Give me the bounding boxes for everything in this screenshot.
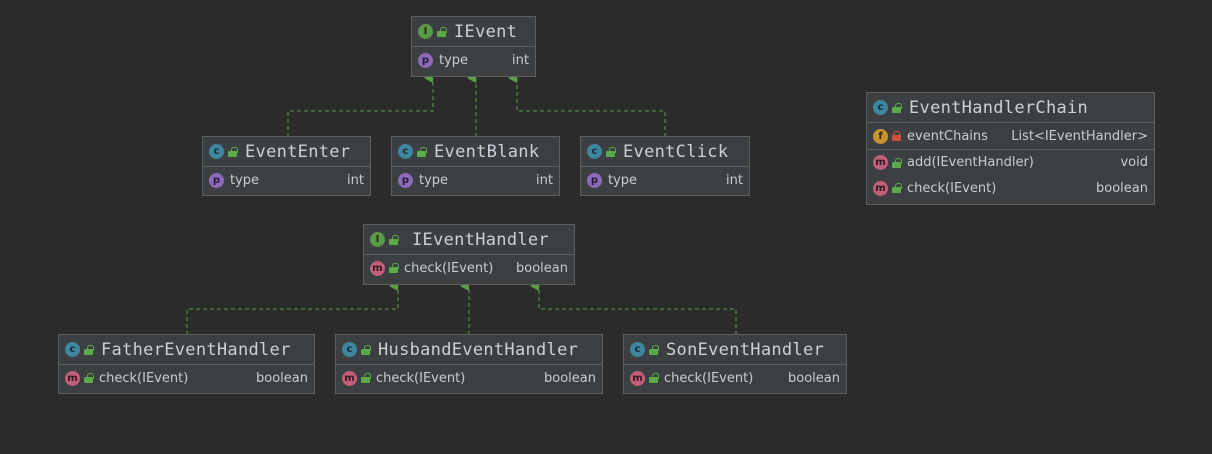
field-name: type: [608, 172, 638, 188]
method-badge-icon: m: [370, 260, 385, 276]
method-name: check(IEvent): [664, 370, 754, 386]
open-lock-icon: [649, 373, 659, 383]
eventblank-node[interactable]: c EventBlank p type int: [391, 136, 560, 196]
method-return-type: boolean: [544, 370, 596, 386]
fathereventhandler-node[interactable]: c FatherEventHandler m check(IEvent) boo…: [58, 334, 315, 394]
field-name: eventChains: [907, 128, 988, 144]
open-lock-icon: [417, 146, 427, 157]
open-lock-icon: [606, 146, 616, 157]
node-title: IEvent: [454, 21, 518, 42]
method-badge-icon: m: [342, 370, 357, 386]
node-title: EventHandlerChain: [909, 97, 1089, 118]
field-name: type: [419, 172, 449, 188]
method-name: check(IEvent): [907, 180, 997, 196]
class-badge-icon: c: [65, 342, 80, 357]
field-name: type: [230, 172, 260, 188]
edge-son-to-ieventhandler: [530, 281, 737, 335]
open-lock-icon: [437, 26, 447, 37]
open-lock-icon: [892, 102, 902, 113]
open-lock-icon: [361, 373, 371, 383]
ieventhandler-node[interactable]: I IEventHandler m check(IEvent) boolean: [363, 224, 575, 285]
method-return-type: boolean: [256, 370, 308, 386]
soneventhandler-node[interactable]: c SonEventHandler m check(IEvent) boolea…: [623, 334, 847, 394]
open-lock-icon: [361, 344, 371, 355]
field-type: int: [726, 172, 743, 188]
lock-icon: [892, 131, 901, 141]
field-type: int: [536, 172, 553, 188]
property-badge-icon: p: [209, 172, 224, 188]
method-name: check(IEvent): [404, 260, 494, 276]
open-lock-icon: [892, 157, 902, 168]
method-badge-icon: m: [65, 370, 80, 386]
field-type: List<IEventHandler>: [1011, 128, 1148, 144]
method-return-type: boolean: [516, 260, 568, 276]
class-badge-icon: c: [630, 342, 645, 357]
open-lock-icon: [892, 183, 902, 193]
open-lock-icon: [84, 344, 94, 355]
field-badge-icon: f: [873, 128, 888, 144]
method-return-type: void: [1120, 155, 1148, 170]
method-return-type: boolean: [1096, 180, 1148, 196]
interface-badge-icon: I: [370, 232, 385, 247]
method-name: check(IEvent): [376, 370, 466, 386]
field-type: int: [512, 52, 529, 68]
edge-father-to-ieventhandler: [186, 281, 399, 335]
ievent-node[interactable]: I IEvent p type int: [411, 16, 536, 77]
method-badge-icon: m: [630, 370, 645, 386]
node-title: EventBlank: [434, 141, 540, 162]
edge-evententer-to-ievent: [287, 73, 434, 137]
class-badge-icon: c: [873, 100, 888, 115]
open-lock-icon: [84, 373, 94, 383]
class-badge-icon: c: [587, 144, 602, 159]
evententer-node[interactable]: c EventEnter p type int: [202, 136, 371, 196]
property-badge-icon: p: [398, 172, 413, 188]
class-badge-icon: c: [209, 144, 224, 159]
field-type: int: [347, 172, 364, 188]
field-name: type: [439, 52, 469, 68]
method-badge-icon: m: [873, 180, 888, 196]
method-name: add(IEventHandler): [907, 155, 1034, 170]
node-title: SonEventHandler: [666, 339, 825, 360]
open-lock-icon: [389, 263, 399, 273]
open-lock-icon: [389, 234, 399, 245]
node-title: FatherEventHandler: [101, 339, 291, 360]
property-badge-icon: p: [587, 172, 602, 188]
open-lock-icon: [649, 344, 659, 355]
eventhandlerchain-node[interactable]: c EventHandlerChain f eventChains List<I…: [866, 92, 1155, 205]
interface-badge-icon: I: [418, 24, 433, 39]
method-return-type: boolean: [788, 370, 840, 386]
node-title: EventEnter: [245, 141, 351, 162]
method-badge-icon: m: [873, 155, 888, 170]
method-name: check(IEvent): [99, 370, 189, 386]
class-badge-icon: c: [398, 144, 413, 159]
property-badge-icon: p: [418, 52, 433, 68]
open-lock-icon: [228, 146, 238, 157]
husbandeventhandler-node[interactable]: c HusbandEventHandler m check(IEvent) bo…: [335, 334, 603, 394]
class-badge-icon: c: [342, 342, 357, 357]
edge-eventclick-to-ievent: [508, 73, 666, 137]
node-title: HusbandEventHandler: [378, 339, 579, 360]
eventclick-node[interactable]: c EventClick p type int: [580, 136, 750, 196]
node-title: EventClick: [623, 141, 729, 162]
node-title: IEventHandler: [412, 229, 549, 250]
